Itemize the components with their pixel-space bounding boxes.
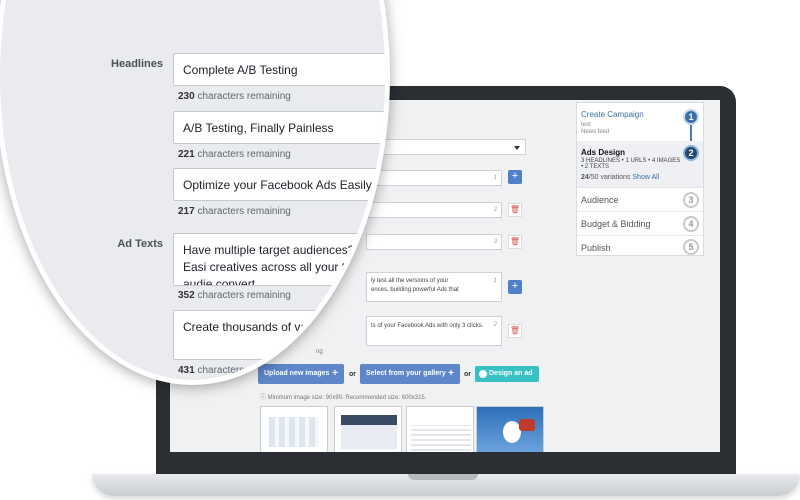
characters-remaining: 221 characters remaining: [178, 149, 291, 160]
field-index: 3: [493, 239, 497, 245]
select-dropdown[interactable]: [366, 139, 526, 155]
field-index: 1: [493, 278, 497, 284]
variations-total: /50 variations: [588, 174, 631, 181]
laptop-notch: [408, 474, 478, 480]
field-index: 1: [493, 175, 497, 181]
step-label: Audience: [581, 195, 619, 205]
ad-text-input[interactable]: ly test all the versions of your ences, …: [366, 272, 502, 302]
headline-input[interactable]: Complete A/B Testing: [173, 53, 385, 86]
step-create-campaign[interactable]: Create Campaign test News feed 1: [577, 103, 703, 141]
ads-design-summary: 3 HEADLINES • 1 URLS • 4 IMAGES • 2 TEXT…: [581, 158, 681, 170]
remaining-label: characters remaining: [197, 206, 291, 217]
image-thumbnail[interactable]: [260, 406, 328, 452]
headline-input[interactable]: 2: [366, 202, 502, 218]
ad-text-value: Have multiple target audiences? Easi cre…: [183, 243, 373, 286]
design-button-label: Design an ad: [489, 370, 533, 377]
ad-text-value: ts of your Facebook Ads with only 3 clic…: [371, 323, 484, 329]
step-label: Budget & Bidding: [581, 219, 651, 229]
ad-texts-label: Ad Texts: [117, 238, 163, 250]
field-index: 2: [493, 207, 497, 213]
steps-panel: Create Campaign test News feed 1 Ads Des…: [576, 102, 704, 256]
canva-icon: [479, 370, 487, 378]
magnified-form: Headlines Ad Texts Complete A/B Testing …: [5, 5, 385, 380]
remaining-count: 352: [178, 290, 195, 301]
headline-input[interactable]: 3: [366, 234, 502, 250]
or-separator: or: [464, 371, 471, 378]
thumbnail-preview: [341, 415, 397, 449]
trash-icon[interactable]: 🗑: [508, 235, 522, 249]
show-all-link[interactable]: Show All: [632, 174, 659, 181]
step-label: Create Campaign: [581, 110, 644, 119]
field-index: 2: [493, 322, 497, 328]
ad-text-input[interactable]: ts of your Facebook Ads with only 3 clic…: [366, 316, 502, 346]
image-thumbnail[interactable]: [476, 406, 544, 452]
remaining-label: characters remaining: [197, 91, 291, 102]
headline-input[interactable]: A/B Testing, Finally Painless: [173, 111, 385, 144]
mascot-hat: [519, 419, 535, 431]
characters-remaining: 352 characters remaining: [178, 290, 291, 301]
step-number-badge: 1: [683, 109, 699, 125]
step-publish[interactable]: Publish 5: [577, 235, 703, 257]
headline-input[interactable]: Optimize your Facebook Ads Easily: [173, 168, 385, 201]
trash-icon[interactable]: 🗑: [508, 203, 522, 217]
magnifier-lens: Headlines Ad Texts Complete A/B Testing …: [0, 0, 390, 385]
min-image-size-note: ⓘ Minimum image size: 90x90. Recommended…: [260, 395, 427, 401]
step-label: Publish: [581, 243, 611, 253]
step-audience[interactable]: Audience 3: [577, 187, 703, 211]
image-thumbnail[interactable]: [334, 406, 402, 452]
headline-value: Optimize your Facebook Ads Easily: [183, 178, 372, 192]
remaining-label: characters remaining: [197, 365, 291, 376]
characters-remaining: 230 characters remaining: [178, 91, 291, 102]
ad-text-value: Create thousands of variants: [183, 320, 337, 334]
step-number-badge: 5: [683, 239, 699, 255]
step-number-badge: 2: [683, 145, 699, 161]
step-budget-bidding[interactable]: Budget & Bidding 4: [577, 211, 703, 235]
remaining-count: 230: [178, 91, 195, 102]
campaign-name: test: [581, 122, 591, 128]
step-number-badge: 4: [683, 216, 699, 232]
step-number-badge: 3: [683, 192, 699, 208]
step-label: Ads Design: [581, 148, 626, 157]
headline-value: A/B Testing, Finally Painless: [183, 121, 334, 135]
step-ads-design[interactable]: Ads Design 3 HEADLINES • 1 URLS • 4 IMAG…: [577, 141, 703, 187]
remaining-label: characters remaining: [197, 149, 291, 160]
plus-icon: +: [448, 368, 454, 379]
ad-text-input[interactable]: Have multiple target audiences? Easi cre…: [173, 233, 383, 286]
trash-icon[interactable]: 🗑: [508, 324, 522, 338]
image-thumbnail[interactable]: [406, 406, 474, 452]
min-size-text: Minimum image size: 90x90. Recommended s…: [267, 395, 427, 401]
thumbnail-preview: [269, 417, 319, 447]
remaining-count: 431: [178, 365, 195, 376]
remaining-count: 221: [178, 149, 195, 160]
thumbnail-preview: [411, 425, 471, 451]
characters-remaining: 217 characters remaining: [178, 206, 291, 217]
remaining-label: characters remaining: [197, 290, 291, 301]
add-ad-text-button[interactable]: +: [508, 280, 522, 294]
headline-input[interactable]: 1: [366, 170, 502, 186]
design-an-ad-button[interactable]: Design an ad: [475, 366, 539, 382]
remaining-count: 217: [178, 206, 195, 217]
campaign-placement: News feed: [581, 129, 610, 135]
ad-text-input[interactable]: Create thousands of variants: [173, 310, 385, 360]
headlines-label: Headlines: [111, 58, 163, 70]
add-headline-button[interactable]: +: [508, 170, 522, 184]
variations-text: 24/50 variations Show All: [581, 174, 659, 181]
characters-remaining: 431 characters remaining: [178, 365, 291, 376]
chevron-down-icon: [514, 146, 520, 150]
variations-count: 24: [581, 174, 589, 181]
headline-value: Complete A/B Testing: [183, 63, 298, 77]
